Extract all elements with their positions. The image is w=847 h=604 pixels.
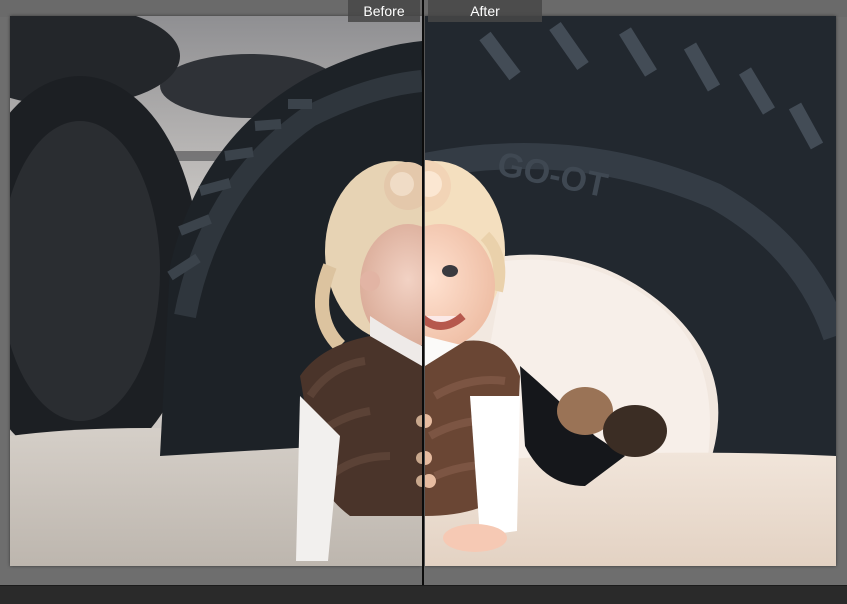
before-label: Before: [348, 0, 420, 22]
split-divider-handle[interactable]: [422, 0, 424, 585]
compare-view-window: GO-OT Before After: [0, 0, 847, 604]
before-image-panel[interactable]: [10, 16, 422, 566]
before-photo: [10, 16, 422, 566]
after-label: After: [428, 0, 542, 22]
bottom-toolbar: [0, 585, 847, 604]
after-image-panel[interactable]: GO-OT: [425, 16, 836, 566]
after-photo: GO-OT: [425, 16, 836, 566]
